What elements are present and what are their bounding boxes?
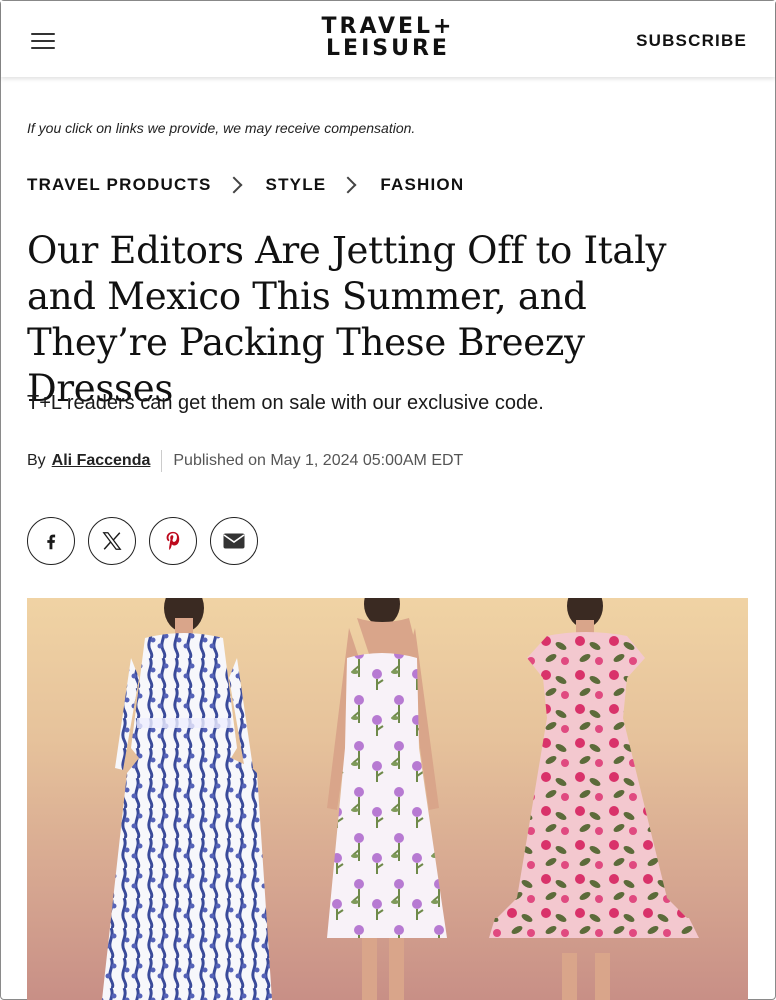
by-label: By [27, 452, 46, 469]
article-dek: T+L readers can get them on sale with ou… [27, 392, 544, 414]
email-icon [223, 533, 245, 549]
share-x-button[interactable] [88, 517, 136, 565]
byline-divider [161, 450, 163, 472]
facebook-icon [47, 534, 56, 550]
pinterest-icon [166, 531, 180, 550]
share-facebook-button[interactable] [27, 517, 75, 565]
x-icon [102, 532, 122, 550]
breadcrumb-style[interactable]: STYLE [266, 175, 327, 195]
breadcrumb: TRAVEL PRODUCTS STYLE FASHION [27, 175, 464, 195]
dresses-photo [102, 598, 699, 1000]
breadcrumb-travel-products[interactable]: TRAVEL PRODUCTS [27, 175, 212, 195]
article-title: Our Editors Are Jetting Off to Italy and… [27, 229, 667, 410]
share-email-button[interactable] [210, 517, 258, 565]
share-pinterest-button[interactable] [149, 517, 197, 565]
publish-date: Published on May 1, 2024 05:00AM EDT [173, 452, 464, 469]
chevron-right-icon [225, 176, 243, 194]
hero-image [27, 598, 748, 1000]
author-link[interactable]: Ali Faccenda [52, 452, 151, 470]
share-bar [27, 517, 271, 565]
byline: By Ali Faccenda Published on May 1, 2024… [27, 450, 463, 472]
subscribe-button[interactable]: SUBSCRIBE [636, 31, 747, 51]
chevron-right-icon [339, 176, 357, 194]
breadcrumb-fashion[interactable]: FASHION [380, 175, 464, 195]
affiliate-disclaimer: If you click on links we provide, we may… [27, 120, 416, 136]
site-header: TRAVEL+ LEISURE SUBSCRIBE [1, 1, 775, 77]
